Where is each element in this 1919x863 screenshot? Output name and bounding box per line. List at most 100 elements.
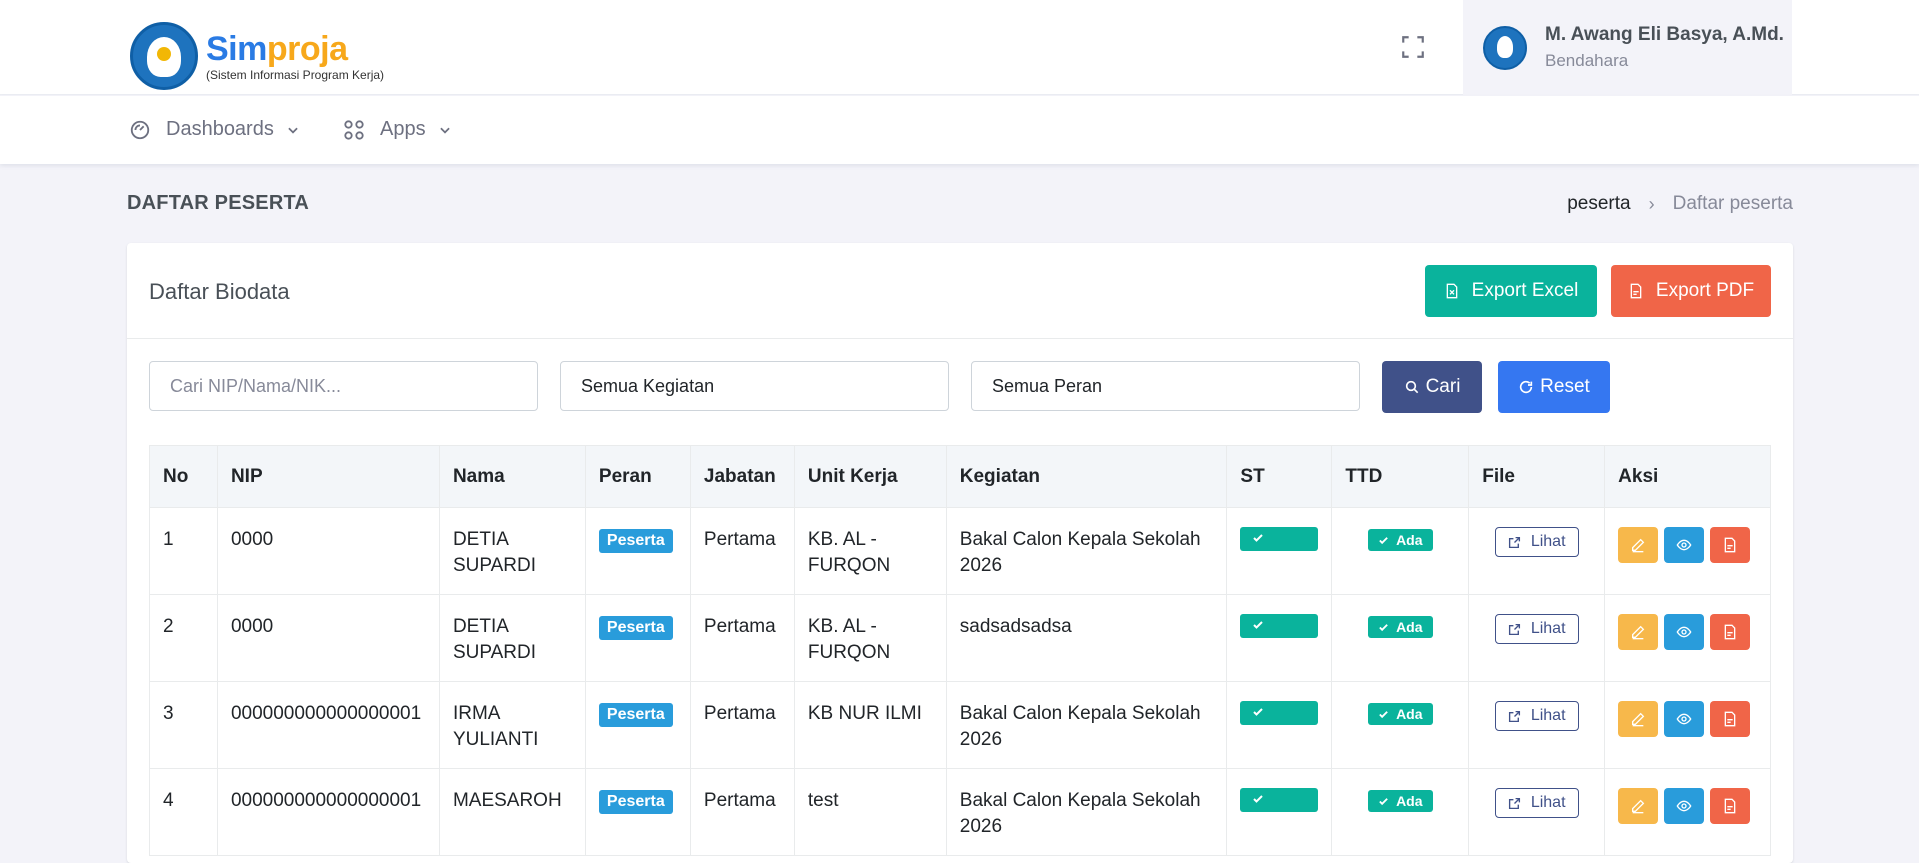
st-status-badge: ADA <box>1240 701 1319 745</box>
search-icon <box>1405 380 1418 394</box>
breadcrumb-peserta[interactable]: peserta <box>1567 193 1630 215</box>
chevron-down-icon <box>288 127 298 134</box>
nav-apps[interactable]: Apps <box>343 118 452 141</box>
user-role: Bendahara <box>1545 51 1629 70</box>
cell-unit-kerja: KB NUR ILMI <box>793 681 947 769</box>
edit-button[interactable] <box>1618 614 1659 650</box>
breadcrumb-separator: › <box>1648 193 1655 214</box>
ttd-status-badge: Ada <box>1368 703 1433 725</box>
external-link-icon <box>1508 623 1520 635</box>
eye-icon <box>1676 539 1692 551</box>
eye-icon <box>1676 800 1692 812</box>
file-pdf-icon <box>1724 624 1736 640</box>
lihat-file-button[interactable]: Lihat <box>1494 701 1579 731</box>
cell-unit-kerja: KB. AL - FURQON <box>793 507 947 595</box>
nav-apps-label: Apps <box>380 118 426 140</box>
pencil-icon <box>1632 712 1645 727</box>
pdf-button[interactable] <box>1710 788 1751 824</box>
eye-icon <box>1676 713 1692 725</box>
check-icon <box>1253 708 1264 716</box>
peran-badge: Peserta <box>598 616 673 640</box>
check-icon <box>1253 534 1264 542</box>
file-pdf-icon <box>1724 537 1736 553</box>
cell-nama: IRMA YULIANTI <box>438 681 586 769</box>
table-row: 3 000000000000000001 IRMA YULIANTI Peser… <box>149 681 1771 769</box>
reset-button[interactable]: Reset <box>1498 361 1610 413</box>
lihat-file-button[interactable]: Lihat <box>1494 788 1579 818</box>
cell-no: 1 <box>149 507 218 595</box>
edit-button[interactable] <box>1618 701 1659 737</box>
view-button[interactable] <box>1664 527 1705 563</box>
peran-badge: Peserta <box>598 703 673 727</box>
file-pdf-icon <box>1630 283 1642 299</box>
app-logo[interactable]: Simproja (Sistem Informasi Program Kerja… <box>130 22 384 90</box>
external-link-icon <box>1508 536 1520 548</box>
peran-badge: Peserta <box>598 790 673 814</box>
col-file: File <box>1468 445 1606 508</box>
top-header: Simproja (Sistem Informasi Program Kerja… <box>0 0 1919 95</box>
cell-kegiatan: Bakal Calon Kepala Sekolah 2026 <box>945 768 1228 856</box>
peran-badge: Peserta <box>598 529 673 553</box>
speedometer-icon <box>130 120 150 139</box>
cell-nip: 0000 <box>216 507 440 595</box>
lihat-file-button[interactable]: Lihat <box>1494 614 1579 644</box>
breadcrumb-current: Daftar peserta <box>1672 193 1793 214</box>
user-profile-dropdown[interactable]: M. Awang Eli Basya, A.Md. Bendahara <box>1463 0 1792 95</box>
external-link-icon <box>1508 710 1520 722</box>
col-no: No <box>149 445 218 508</box>
cell-no: 2 <box>149 594 218 682</box>
card-header: Daftar Biodata Export Excel Export PDF <box>127 243 1793 339</box>
edit-button[interactable] <box>1618 527 1659 563</box>
cell-jabatan: Pertama <box>689 681 795 769</box>
cell-no: 3 <box>149 681 218 769</box>
search-input[interactable] <box>149 361 538 411</box>
export-excel-button[interactable]: Export Excel <box>1425 265 1597 317</box>
file-pdf-icon <box>1724 711 1736 727</box>
st-status-badge: ADA <box>1240 614 1319 658</box>
peran-select[interactable]: Semua Peran <box>971 361 1360 411</box>
view-button[interactable] <box>1664 788 1705 824</box>
col-unit-kerja: Unit Kerja <box>793 445 947 508</box>
breadcrumb: peserta › Daftar peserta <box>1567 193 1793 215</box>
app-title: Simproja <box>206 29 348 68</box>
export-pdf-button[interactable]: Export PDF <box>1611 265 1771 317</box>
nav-dashboards[interactable]: Dashboards <box>129 118 300 141</box>
pdf-button[interactable] <box>1710 527 1751 563</box>
table-row: 2 0000 DETIA SUPARDI Peserta Pertama KB.… <box>149 594 1771 682</box>
pdf-button[interactable] <box>1710 614 1751 650</box>
avatar <box>1483 26 1527 70</box>
card-title: Daftar Biodata <box>149 279 290 304</box>
ttd-status-badge: Ada <box>1368 616 1433 638</box>
ttd-status-badge: Ada <box>1368 529 1433 551</box>
nav-dashboards-label: Dashboards <box>166 118 274 140</box>
file-pdf-icon <box>1724 798 1736 814</box>
user-name: M. Awang Eli Basya, A.Md. <box>1545 24 1784 45</box>
cell-no: 4 <box>149 768 218 856</box>
cell-unit-kerja: KB. AL - FURQON <box>793 594 947 682</box>
st-status-badge: ADA <box>1240 788 1319 832</box>
kegiatan-select[interactable]: Semua Kegiatan <box>560 361 949 411</box>
pdf-button[interactable] <box>1710 701 1751 737</box>
col-aksi: Aksi <box>1604 445 1771 508</box>
chevron-down-icon <box>439 127 450 134</box>
refresh-icon <box>1520 380 1533 394</box>
lihat-file-button[interactable]: Lihat <box>1494 527 1579 557</box>
check-icon <box>1379 798 1388 806</box>
grid-icon <box>344 119 364 140</box>
view-button[interactable] <box>1664 701 1705 737</box>
peserta-table: No NIP Nama Peran Jabatan Unit Kerja Keg… <box>149 445 1771 856</box>
tut-wuri-emblem-icon <box>130 22 198 90</box>
cari-button[interactable]: Cari <box>1382 361 1482 413</box>
check-icon <box>1253 621 1264 629</box>
view-button[interactable] <box>1664 614 1705 650</box>
cell-jabatan: Pertama <box>689 594 795 682</box>
col-peran: Peran <box>584 445 691 508</box>
fullscreen-icon[interactable] <box>1400 34 1426 60</box>
edit-button[interactable] <box>1618 788 1659 824</box>
col-st: ST <box>1226 445 1333 508</box>
cell-unit-kerja: test <box>793 768 947 856</box>
check-icon <box>1379 537 1388 545</box>
col-kegiatan: Kegiatan <box>945 445 1228 508</box>
col-nip: NIP <box>216 445 440 508</box>
cell-nama: MAESAROH <box>438 768 586 856</box>
